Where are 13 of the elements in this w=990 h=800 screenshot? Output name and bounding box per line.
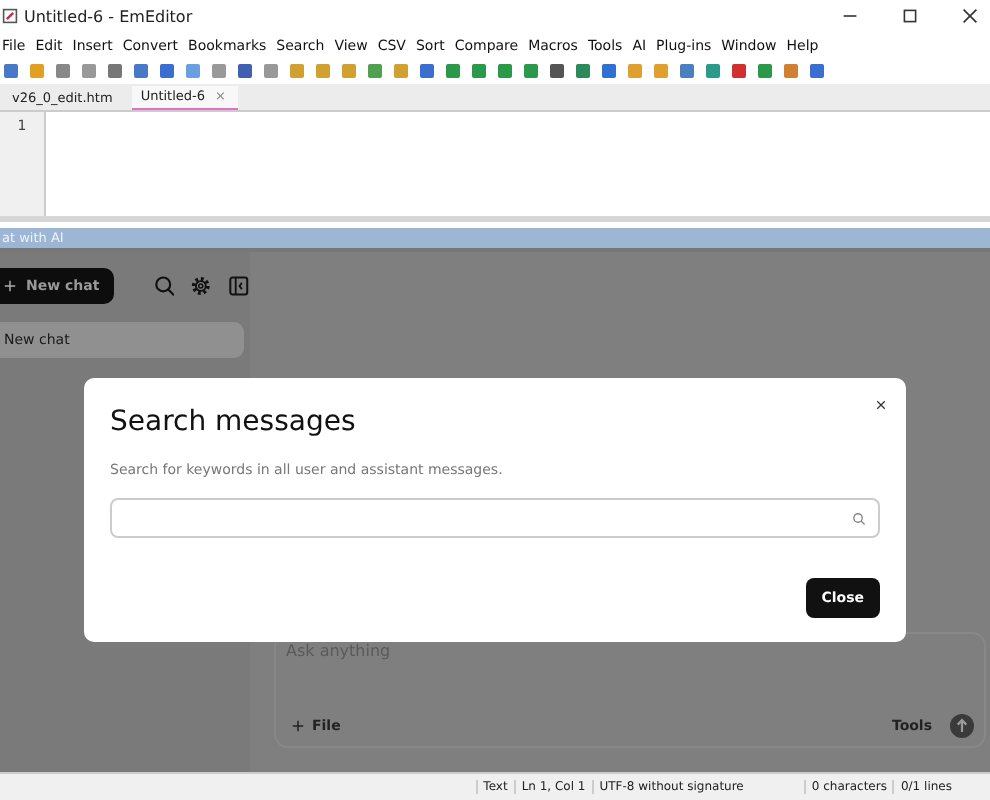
dialog-title: Search messages [110, 406, 358, 438]
close-icon[interactable] [962, 8, 978, 24]
close-icon[interactable] [876, 400, 886, 410]
send-icon[interactable] [950, 714, 974, 738]
search-field[interactable] [110, 498, 880, 538]
settings-icon[interactable] [190, 274, 213, 298]
search-icon [852, 511, 866, 525]
sidebar-toggle-icon[interactable] [228, 274, 251, 298]
plus-icon [292, 720, 304, 732]
search-icon[interactable] [153, 274, 175, 298]
maximize-icon[interactable] [902, 8, 918, 24]
window-title: Untitled-6 - EmEditor [24, 7, 193, 25]
plus-icon [4, 280, 16, 292]
